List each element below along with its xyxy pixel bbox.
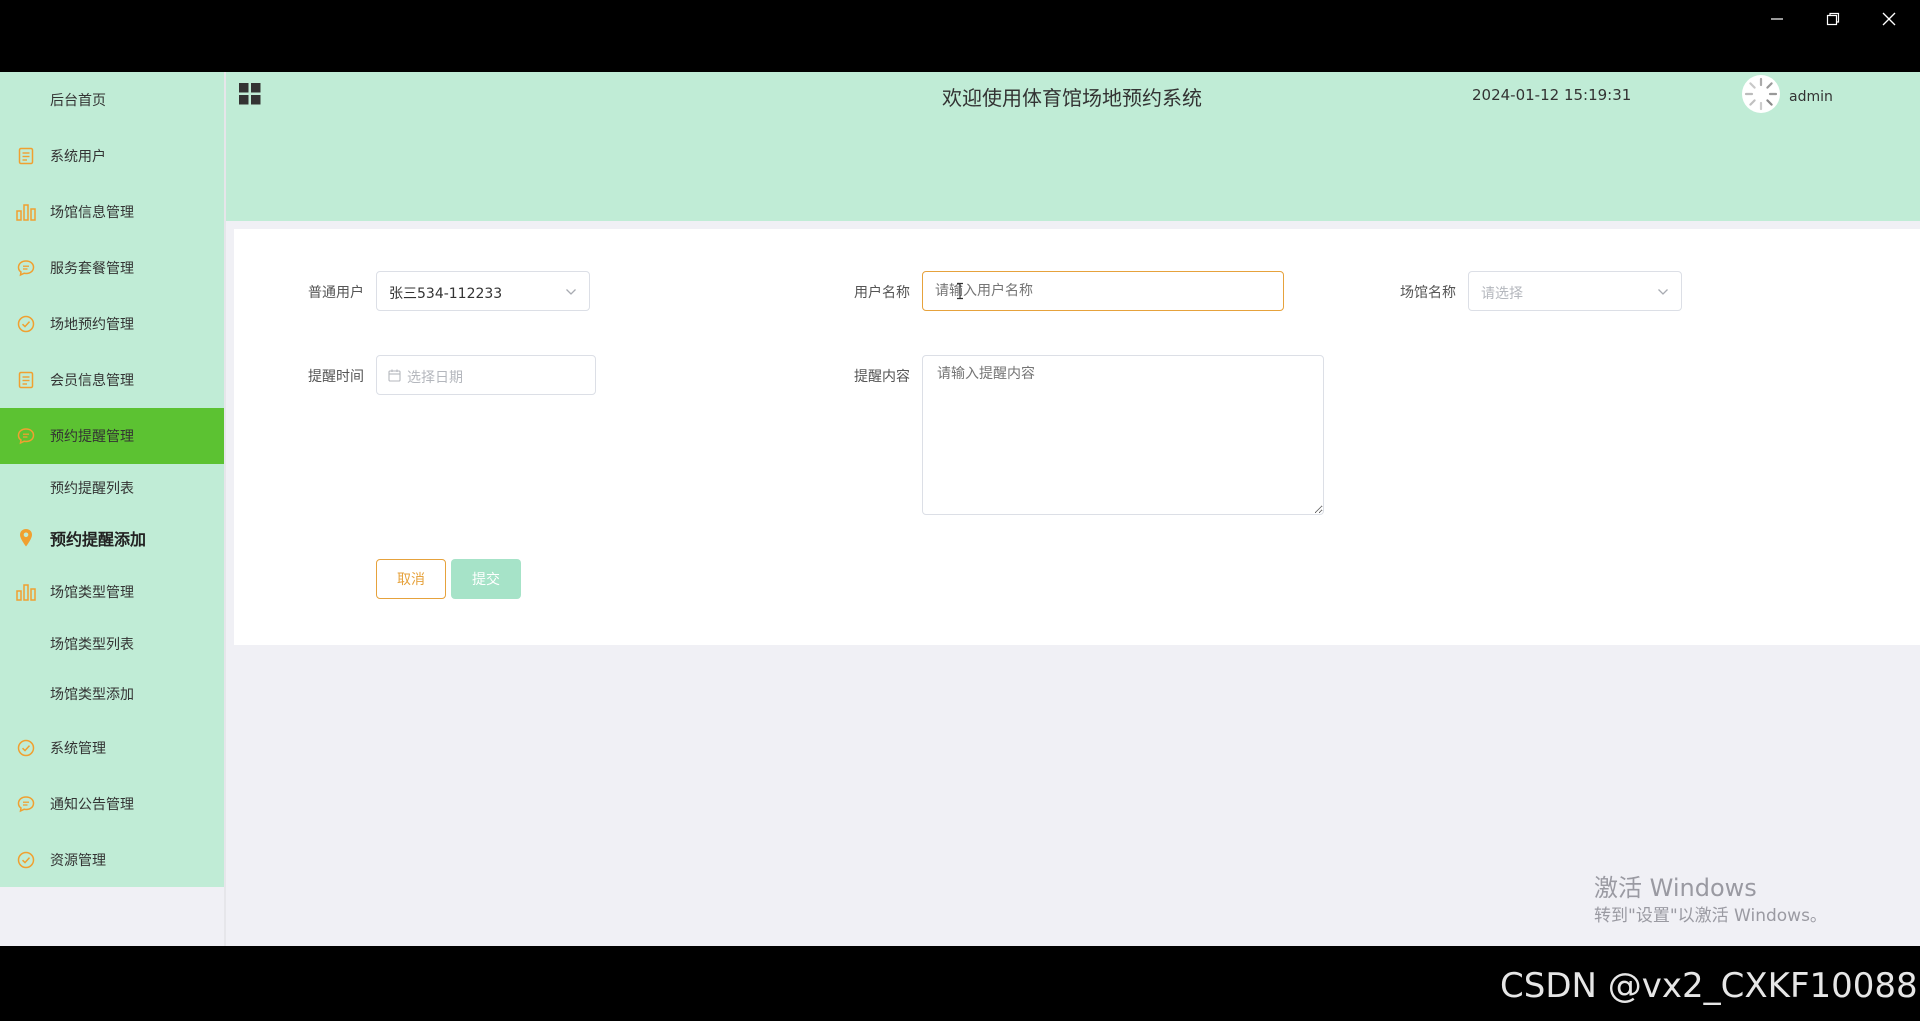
sidebar-item-venue-info[interactable]: 场馆信息管理 bbox=[0, 184, 224, 240]
sidebar-item-label: 预约提醒列表 bbox=[50, 481, 134, 497]
sidebar-subitem-type-add[interactable]: 场馆类型添加 bbox=[0, 670, 224, 718]
sidebar-item-resources[interactable]: 资源管理 bbox=[0, 832, 224, 888]
sidebar-item-label: 预约提醒添加 bbox=[50, 530, 147, 549]
sidebar-item-label: 系统管理 bbox=[50, 741, 106, 757]
content-field-label: 提醒内容 bbox=[854, 369, 910, 385]
loading-spinner-icon bbox=[1744, 77, 1778, 111]
sidebar-item-label: 预约提醒管理 bbox=[50, 429, 134, 445]
close-icon bbox=[1882, 12, 1896, 26]
chevron-down-icon bbox=[1658, 289, 1668, 295]
sidebar-item-booking-reminders[interactable]: 预约提醒管理 bbox=[0, 408, 224, 464]
activate-windows-subtitle: 转到"设置"以激活 Windows。 bbox=[1594, 906, 1827, 926]
sidebar-item-label: 服务套餐管理 bbox=[50, 261, 134, 277]
sidebar-item-label: 资源管理 bbox=[50, 853, 106, 869]
check-circle-icon bbox=[12, 734, 40, 762]
sidebar-subitem-reminder-add[interactable]: 预约提醒添加 bbox=[0, 510, 224, 566]
content-textarea[interactable] bbox=[922, 355, 1324, 515]
sidebar-item-member-info[interactable]: 会员信息管理 bbox=[0, 352, 224, 408]
sidebar-subitem-type-list[interactable]: 场馆类型列表 bbox=[0, 620, 224, 668]
time-field-label: 提醒时间 bbox=[308, 369, 364, 385]
restore-icon bbox=[1826, 12, 1840, 26]
check-circle-icon bbox=[12, 846, 40, 874]
document-icon bbox=[12, 366, 40, 394]
menu-grid-button[interactable] bbox=[238, 82, 262, 106]
sidebar-item-label: 场馆类型添加 bbox=[50, 687, 134, 703]
check-circle-icon bbox=[12, 310, 40, 338]
sidebar-item-dashboard[interactable]: 后台首页 bbox=[0, 72, 224, 128]
username-input[interactable] bbox=[922, 271, 1284, 311]
sidebar-item-label: 后台首页 bbox=[50, 93, 106, 109]
sidebar-item-notices[interactable]: 通知公告管理 bbox=[0, 776, 224, 832]
document-icon bbox=[12, 142, 40, 170]
restore-button[interactable] bbox=[1805, 0, 1861, 38]
sidebar-item-venue-types[interactable]: 场馆类型管理 bbox=[0, 564, 224, 620]
date-picker[interactable]: 选择日期 bbox=[376, 355, 596, 395]
activate-windows-title: 激活 Windows bbox=[1594, 874, 1757, 902]
sidebar-item-label: 场馆信息管理 bbox=[50, 205, 134, 221]
chevron-down-icon bbox=[566, 289, 576, 295]
sidebar-item-service-packages[interactable]: 服务套餐管理 bbox=[0, 240, 224, 296]
venue-field-label: 场馆名称 bbox=[1400, 285, 1456, 301]
sidebar-item-system-management[interactable]: 系统管理 bbox=[0, 720, 224, 776]
text-cursor-icon bbox=[957, 282, 963, 300]
venue-select-placeholder: 请选择 bbox=[1481, 286, 1523, 302]
csdn-credit: CSDN @vx2_CXKF10088 bbox=[1500, 966, 1918, 1006]
location-pin-icon bbox=[12, 524, 40, 552]
sidebar-item-label: 场地预约管理 bbox=[50, 317, 134, 333]
cancel-button[interactable]: 取消 bbox=[376, 559, 446, 599]
chat-bubble-icon bbox=[12, 254, 40, 282]
sidebar-item-label: 系统用户 bbox=[50, 149, 106, 165]
chat-bubble-icon bbox=[12, 790, 40, 818]
sidebar-item-label: 场馆类型列表 bbox=[50, 637, 134, 653]
bar-chart-icon bbox=[12, 198, 40, 226]
minimize-icon bbox=[1771, 18, 1783, 20]
chat-bubble-icon bbox=[12, 422, 40, 450]
avatar[interactable] bbox=[1742, 75, 1780, 113]
header-datetime: 2024-01-12 15:19:31 bbox=[1472, 86, 1632, 104]
page-title: 欢迎使用体育馆场地预约系统 bbox=[942, 86, 1202, 110]
close-button[interactable] bbox=[1861, 0, 1917, 38]
submit-button[interactable]: 提交 bbox=[451, 559, 521, 599]
bar-chart-icon bbox=[12, 578, 40, 606]
user-select[interactable]: 张三534-112233 bbox=[376, 271, 590, 311]
date-picker-placeholder: 选择日期 bbox=[407, 370, 463, 386]
sidebar-item-label: 通知公告管理 bbox=[50, 797, 134, 813]
username-field-label: 用户名称 bbox=[854, 285, 910, 301]
sidebar-item-venue-booking[interactable]: 场地预约管理 bbox=[0, 296, 224, 352]
user-select-value: 张三534-112233 bbox=[389, 286, 503, 302]
calendar-icon bbox=[388, 369, 401, 382]
user-field-label: 普通用户 bbox=[308, 285, 364, 301]
sidebar-item-system-users[interactable]: 系统用户 bbox=[0, 128, 224, 184]
window-titlebar bbox=[0, 0, 1920, 72]
venue-select[interactable]: 请选择 bbox=[1468, 271, 1682, 311]
sidebar-item-label: 会员信息管理 bbox=[50, 373, 134, 389]
minimize-button[interactable] bbox=[1749, 0, 1805, 38]
grid-icon bbox=[239, 83, 261, 105]
header-username[interactable]: admin bbox=[1789, 89, 1833, 105]
sidebar-item-label: 场馆类型管理 bbox=[50, 585, 134, 601]
sidebar-subitem-reminder-list[interactable]: 预约提醒列表 bbox=[0, 464, 224, 512]
